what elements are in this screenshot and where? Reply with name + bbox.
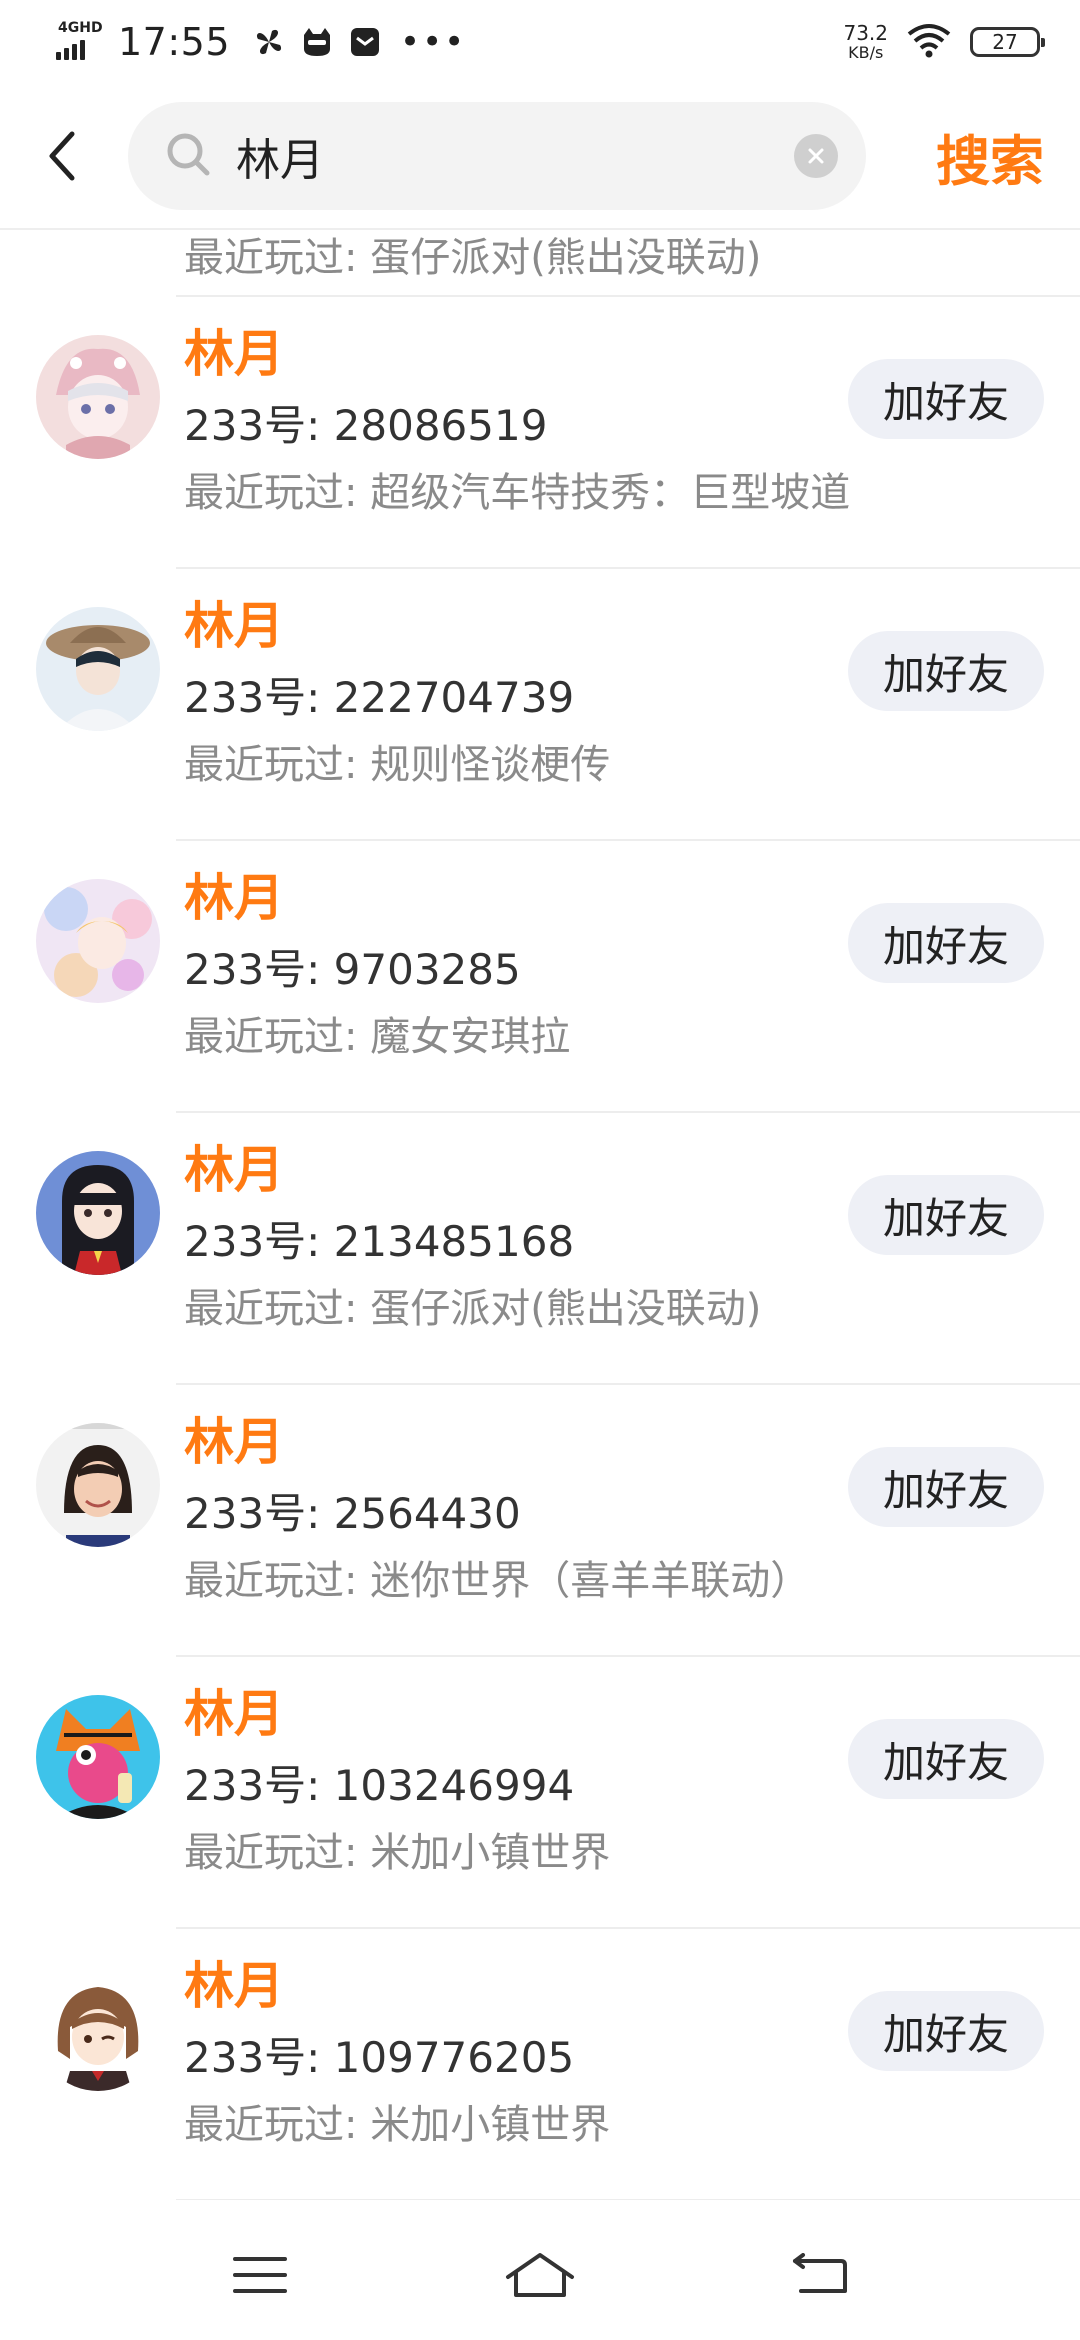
list-item[interactable]: 林月 233号: 28086519 最近玩过: 超级汽车特技秀：巨型坡道 加好友 [0, 297, 1080, 567]
search-results-list[interactable]: 最近玩过: 蛋仔派对(熊出没联动) 林月 233号: 28086519 最近玩过… [0, 230, 1080, 2200]
avatar[interactable] [36, 1151, 160, 1275]
list-item-partial[interactable]: 最近玩过: 蛋仔派对(熊出没联动) [0, 230, 1080, 295]
user-id: 233号: 222704739 [184, 673, 575, 722]
user-id: 233号: 2564430 [184, 1489, 521, 1538]
pinwheel-icon [252, 25, 286, 59]
home-button[interactable] [490, 2235, 590, 2315]
user-name: 林月 [184, 1957, 284, 2015]
add-friend-button[interactable]: 加好友 [848, 1719, 1044, 1799]
menu-icon [233, 2257, 287, 2293]
divider [176, 2199, 1080, 2200]
search-input[interactable] [236, 126, 794, 186]
user-name: 林月 [184, 1685, 284, 1743]
search-icon [164, 130, 212, 182]
system-navigation-bar [0, 2210, 1080, 2340]
add-friend-button[interactable]: 加好友 [848, 1175, 1044, 1255]
avatar[interactable] [36, 607, 160, 731]
status-bar: 4GHD 17:55 ••• 73.2 KB/s 27 [0, 0, 1080, 84]
list-item[interactable]: 林月 233号: 103246994 最近玩过: 米加小镇世界 加好友 [0, 1657, 1080, 1927]
list-item[interactable]: 林月 233号: 9703285 最近玩过: 魔女安琪拉 加好友 [0, 841, 1080, 1111]
add-friend-button[interactable]: 加好友 [848, 631, 1044, 711]
recent-played: 最近玩过: 迷你世界（喜羊羊联动） [184, 1558, 811, 1604]
user-id: 233号: 9703285 [184, 945, 521, 994]
recent-played: 最近玩过: 米加小镇世界 [184, 2102, 611, 2148]
user-id: 233号: 103246994 [184, 1761, 575, 1810]
avatar[interactable] [36, 335, 160, 459]
user-id: 233号: 109776205 [184, 2033, 575, 2082]
battery-level: 27 [992, 30, 1018, 54]
user-id: 233号: 213485168 [184, 1217, 575, 1266]
clear-search-button[interactable] [794, 134, 838, 178]
chevron-left-icon [49, 131, 75, 181]
recent-played: 最近玩过: 规则怪谈梗传 [184, 742, 611, 788]
network-speed: 73.2 KB/s [843, 21, 888, 62]
recent-played: 最近玩过: 蛋仔派对(熊出没联动) [184, 1286, 762, 1332]
user-id: 233号: 28086519 [184, 401, 548, 450]
add-friend-button[interactable]: 加好友 [848, 1991, 1044, 2071]
back-arrow-icon [793, 2253, 847, 2293]
user-name: 林月 [184, 325, 284, 383]
list-item[interactable]: 林月 233号: 109776205 最近玩过: 米加小镇世界 加好友 [0, 1929, 1080, 2199]
menu-button[interactable] [210, 2235, 310, 2315]
user-name: 林月 [184, 869, 284, 927]
network-type: 4GHD [58, 20, 103, 36]
wifi-icon [906, 22, 952, 62]
add-friend-button[interactable]: 加好友 [848, 359, 1044, 439]
search-box[interactable] [128, 102, 866, 210]
avatar[interactable] [36, 1695, 160, 1819]
add-friend-button[interactable]: 加好友 [848, 1447, 1044, 1527]
more-notifications-icon: ••• [400, 22, 467, 62]
home-icon [506, 2253, 574, 2297]
search-button[interactable]: 搜索 [936, 117, 1044, 196]
user-name: 林月 [184, 1413, 284, 1471]
recent-played: 最近玩过: 米加小镇世界 [184, 1830, 611, 1876]
cat-app-icon [300, 25, 334, 59]
list-item[interactable]: 林月 233号: 222704739 最近玩过: 规则怪谈梗传 加好友 [0, 569, 1080, 839]
clock: 17:55 [118, 20, 231, 64]
cellular-signal-icon: 4GHD [56, 20, 103, 64]
recent-played: 最近玩过: 超级汽车特技秀：巨型坡道 [184, 470, 851, 516]
message-icon [348, 25, 382, 59]
avatar[interactable] [36, 1423, 160, 1547]
list-item[interactable]: 林月 233号: 2564430 最近玩过: 迷你世界（喜羊羊联动） 加好友 [0, 1385, 1080, 1655]
recent-played: 最近玩过: 魔女安琪拉 [184, 1014, 571, 1060]
recent-played: 最近玩过: 蛋仔派对(熊出没联动) [184, 235, 762, 281]
add-friend-button[interactable]: 加好友 [848, 903, 1044, 983]
avatar[interactable] [36, 1967, 160, 2091]
search-header: 搜索 [0, 96, 1080, 216]
list-item[interactable]: 林月 233号: 213485168 最近玩过: 蛋仔派对(熊出没联动) 加好友 [0, 1113, 1080, 1383]
user-name: 林月 [184, 597, 284, 655]
user-name: 林月 [184, 1141, 284, 1199]
back-button[interactable] [44, 116, 96, 196]
close-icon [808, 148, 824, 164]
battery-icon: 27 [970, 27, 1045, 57]
avatar[interactable] [36, 879, 160, 1003]
back-nav-button[interactable] [770, 2235, 870, 2315]
